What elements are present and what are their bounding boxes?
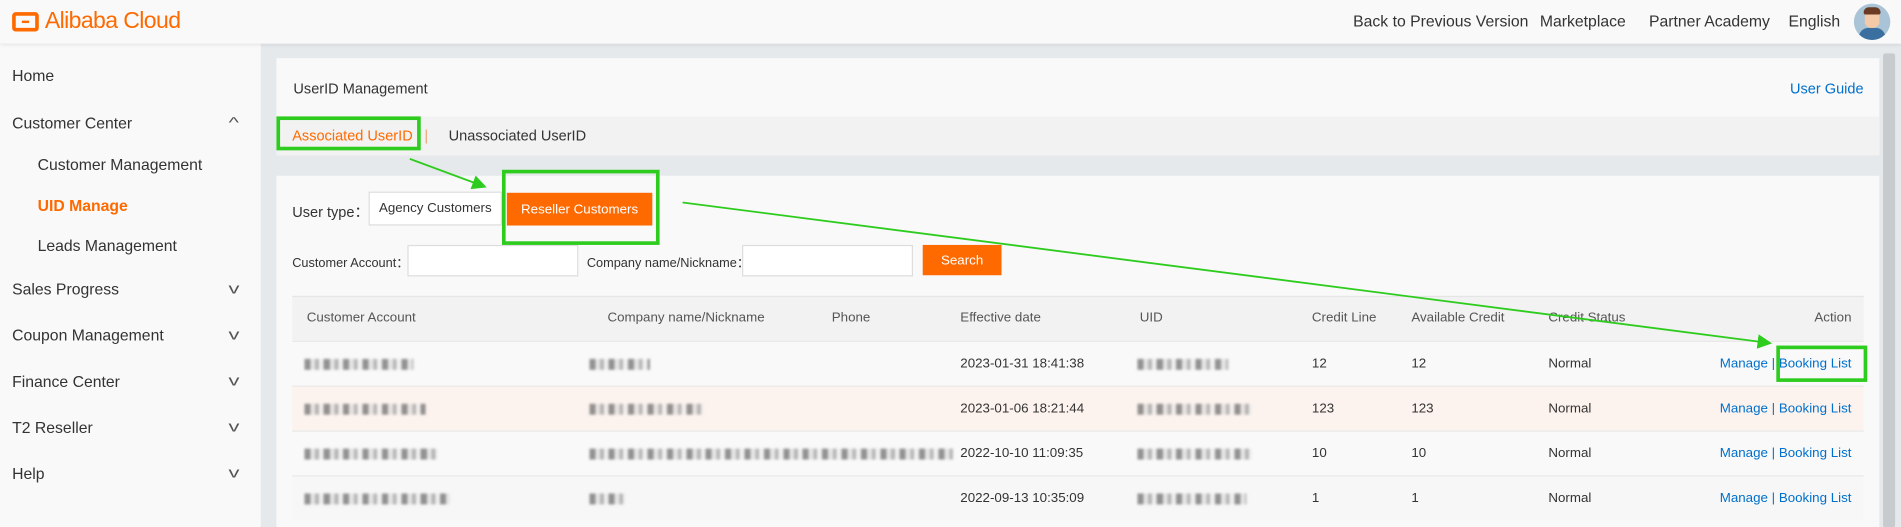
credit-status: Normal (1548, 491, 1592, 506)
redacted-customer-account (304, 403, 426, 415)
sidebar-item-t2-reseller[interactable]: T2 Reseller (12, 418, 93, 436)
user-guide-link[interactable]: User Guide (1790, 80, 1864, 97)
manage-link[interactable]: Manage (1720, 356, 1768, 371)
chevron-up-icon[interactable]: ^ (229, 114, 239, 131)
redacted-customer-account (304, 448, 438, 460)
credit-status: Normal (1548, 401, 1592, 416)
sidebar-item-finance-center[interactable]: Finance Center (12, 372, 120, 390)
redacted-company-name (589, 358, 650, 370)
manage-link[interactable]: Manage (1720, 401, 1768, 416)
sidebar-item-leads-management[interactable]: Leads Management (38, 236, 177, 254)
action-separator: | (1771, 491, 1776, 506)
sidebar-item-home[interactable]: Home (12, 67, 54, 85)
booking-list-link[interactable]: Booking List (1779, 356, 1852, 371)
redacted-uid (1137, 358, 1229, 370)
table-row: 2023-01-31 18:41:38 12 12 Normal Manage | Bo… (292, 340, 1864, 386)
column-header: Available Credit (1411, 310, 1505, 325)
search-button[interactable]: Search (922, 244, 1002, 276)
customer-account-label: Customer Account： (292, 255, 409, 271)
action-separator: | (1771, 446, 1776, 461)
redacted-uid (1137, 493, 1247, 505)
column-header: Action (1814, 310, 1852, 325)
redacted-company-name (589, 448, 954, 460)
effective-date: 2023-01-06 18:21:44 (960, 401, 1085, 416)
redacted-uid (1137, 448, 1253, 460)
credit-line: 1 (1311, 491, 1320, 506)
credit-status: Normal (1548, 356, 1592, 372)
column-header: UID (1139, 310, 1163, 325)
back-to-previous-version-link[interactable]: Back to Previous Version (1353, 12, 1528, 30)
tab-unassociated-userid[interactable]: Unassociated UserID (449, 127, 586, 144)
available-credit: 1 (1411, 491, 1419, 506)
top-header: Alibaba Cloud Back to Previous Version M… (0, 0, 1901, 44)
reseller-customers-button[interactable]: Reseller Customers (506, 192, 653, 226)
column-header: Customer Account (306, 310, 416, 325)
chevron-down-icon[interactable]: v (229, 280, 240, 297)
chevron-down-icon[interactable]: v (229, 372, 240, 389)
company-name-label: Company name/Nickname： (586, 255, 750, 271)
chevron-down-icon[interactable]: v (229, 464, 240, 481)
redacted-company-name (589, 493, 626, 505)
sidebar-item-coupon-management[interactable]: Coupon Management (12, 326, 164, 344)
partner-academy-link[interactable]: Partner Academy (1649, 12, 1770, 30)
chevron-down-icon[interactable]: v (229, 326, 240, 343)
table-row: 2023-01-06 18:21:44 123 123 Normal Manage | … (292, 385, 1864, 431)
sidebar-item-uid-manage[interactable]: UID Manage (38, 196, 128, 214)
column-header: Credit Status (1548, 310, 1626, 325)
agency-customers-button[interactable]: Agency Customers (368, 191, 502, 226)
action-separator: | (1771, 401, 1776, 416)
sidebar-item-customer-center[interactable]: Customer Center (12, 114, 132, 132)
available-credit: 12 (1411, 356, 1427, 372)
credit-line: 10 (1311, 446, 1327, 461)
scrollbar-thumb[interactable] (1883, 53, 1896, 527)
booking-list-link[interactable]: Booking List (1779, 401, 1852, 416)
user-type-label: User type： (292, 203, 370, 221)
manage-link[interactable]: Manage (1720, 491, 1768, 506)
action-separator: | (1771, 356, 1776, 372)
page-title: UserID Management (293, 80, 428, 97)
logo-icon (12, 12, 39, 32)
customer-account-input[interactable] (407, 244, 579, 277)
sidebar-item-sales-progress[interactable]: Sales Progress (12, 280, 119, 298)
sidebar-item-customer-management[interactable]: Customer Management (38, 155, 203, 173)
sidebar-item-help[interactable]: Help (12, 464, 44, 482)
column-header: Credit Line (1311, 310, 1377, 325)
effective-date: 2023-01-31 18:41:38 (960, 356, 1085, 372)
alibaba-cloud-logo[interactable]: Alibaba Cloud (12, 8, 181, 35)
table-row: 2022-10-10 11:09:35 10 10 Normal Manage | Bo… (292, 430, 1864, 476)
manage-link[interactable]: Manage (1720, 446, 1768, 461)
booking-list-link[interactable]: Booking List (1779, 491, 1852, 506)
redacted-customer-account (304, 358, 414, 370)
available-credit: 10 (1411, 446, 1427, 461)
credit-line: 123 (1311, 401, 1335, 416)
redacted-company-name (589, 403, 705, 415)
column-header: Phone (831, 310, 871, 325)
effective-date: 2022-09-13 10:35:09 (960, 491, 1085, 506)
redacted-uid (1137, 403, 1253, 415)
column-header: Company name/Nickname (607, 310, 765, 325)
table-row: 2022-09-13 10:35:09 1 1 Normal Manage | Book… (292, 475, 1864, 521)
app: Alibaba Cloud Back to Previous Version M… (0, 0, 1901, 527)
company-name-input[interactable] (742, 244, 914, 277)
credit-line: 12 (1311, 356, 1327, 372)
marketplace-link[interactable]: Marketplace (1540, 12, 1626, 30)
logo-text: Alibaba Cloud (44, 8, 181, 34)
booking-list-link[interactable]: Booking List (1779, 446, 1852, 461)
column-header: Effective date (960, 310, 1041, 325)
redacted-customer-account (304, 493, 450, 505)
tab-separator: | (424, 127, 429, 145)
effective-date: 2022-10-10 11:09:35 (960, 446, 1084, 461)
table-header (292, 295, 1864, 341)
credit-status: Normal (1548, 446, 1592, 461)
user-avatar[interactable] (1853, 3, 1891, 41)
language-selector[interactable]: English (1788, 12, 1840, 30)
available-credit: 123 (1411, 401, 1434, 416)
tab-associated-userid[interactable]: Associated UserID (292, 127, 412, 144)
chevron-down-icon[interactable]: v (229, 418, 240, 435)
